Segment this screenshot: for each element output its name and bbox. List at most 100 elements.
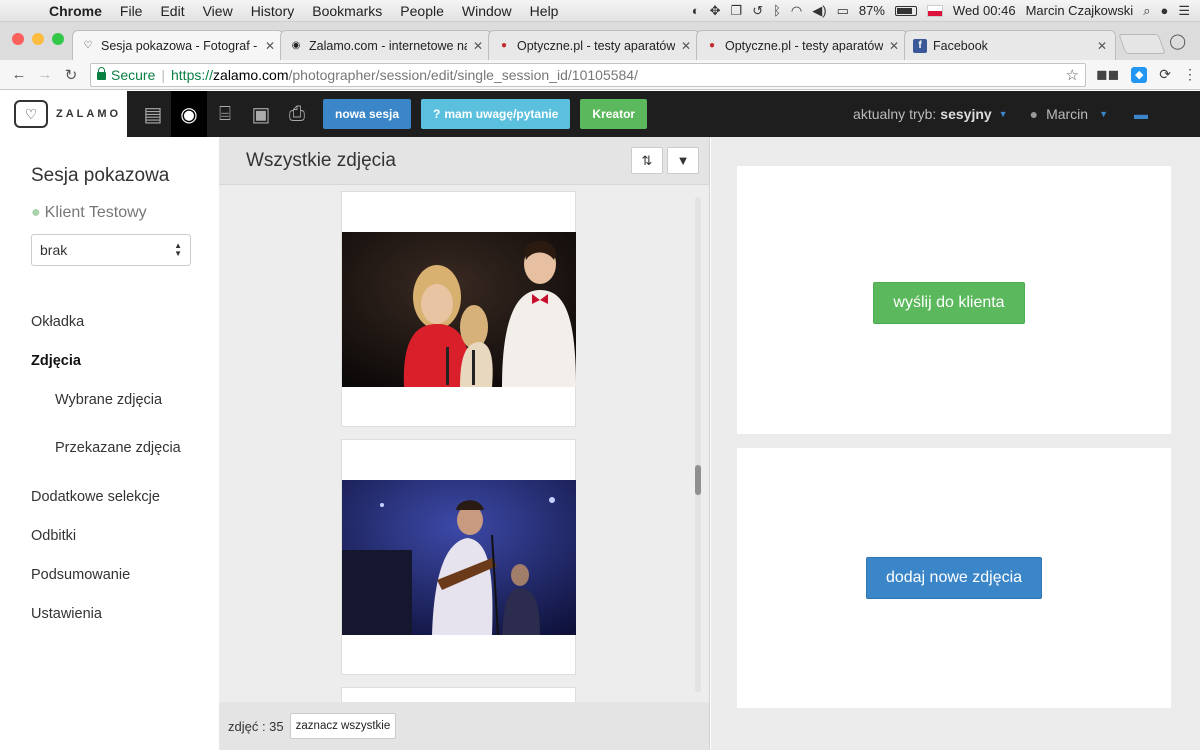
minimize-window-button[interactable]: [32, 33, 44, 45]
url-text[interactable]: https://zalamo.com/photographer/session/…: [171, 67, 638, 83]
tab-optyczne-1[interactable]: ● Optyczne.pl - testy aparatów, ✕: [488, 30, 700, 60]
close-tab-icon[interactable]: ✕: [889, 39, 899, 53]
photos-footer: zdjęć : 35 zaznacz wszystkie: [219, 702, 709, 750]
spotlight-search-icon[interactable]: ⌕: [1143, 3, 1150, 19]
sidebar-item-odbitki[interactable]: Odbitki: [31, 516, 211, 555]
back-arrow-icon[interactable]: ←: [6, 66, 32, 83]
wifi-icon[interactable]: ◠: [791, 3, 802, 19]
contacts-book-icon[interactable]: ▤: [135, 91, 171, 137]
camera-icon[interactable]: ◉: [171, 91, 207, 137]
close-tab-icon[interactable]: ✕: [1097, 39, 1107, 53]
photo-card[interactable]: [341, 191, 576, 427]
sort-icon: ⇅: [641, 152, 653, 168]
user-menu[interactable]: ● Marcin ▼: [1030, 106, 1108, 122]
facebook-icon: f: [913, 38, 927, 53]
user-icon: ●: [1029, 106, 1039, 122]
menu-history[interactable]: History: [242, 3, 304, 19]
select-arrows-icon: ▲ ▼: [174, 241, 182, 258]
menubar-clock[interactable]: Wed 00:46: [953, 3, 1016, 18]
glasses-extension-icon[interactable]: ◼◼: [1096, 66, 1119, 83]
session-title: Sesja pokazowa: [31, 165, 170, 186]
blue-extension-icon[interactable]: ◆: [1131, 66, 1148, 83]
client-name: Klient Testowy: [44, 204, 147, 221]
sync-extension-icon[interactable]: ⟳: [1159, 66, 1171, 83]
sidebar-item-dodatkowe-selekcje[interactable]: Dodatkowe selekcje: [31, 477, 211, 516]
photos-scroll-area[interactable]: [219, 185, 709, 702]
printer-icon[interactable]: ⎙: [279, 91, 315, 137]
select-all-button[interactable]: zaznacz wszystkie: [289, 713, 397, 739]
menu-window[interactable]: Window: [453, 3, 521, 19]
menu-edit[interactable]: Edit: [151, 3, 193, 19]
sidebar-item-wybrane-zdjecia[interactable]: Wybrane zdjęcia: [31, 380, 211, 419]
sidebar-item-zdjecia[interactable]: Zdjęcia: [31, 341, 211, 380]
siri-icon[interactable]: ●: [1160, 3, 1168, 18]
creator-button[interactable]: Kreator: [580, 99, 648, 129]
time-machine-icon[interactable]: ↺: [752, 3, 763, 19]
mode-label: aktualny tryb:: [853, 106, 937, 122]
tab-title: Optyczne.pl - testy aparatów,: [725, 38, 883, 53]
logo-heart-icon: ♡: [14, 100, 48, 128]
zalamo-logo[interactable]: ♡ ZALAMO: [0, 91, 127, 137]
photo-singers-image[interactable]: [342, 232, 576, 387]
gift-icon[interactable]: ⌸: [207, 91, 243, 137]
tab-sesja-pokazowa[interactable]: ♡ Sesja pokazowa - Fotograf - z ✕: [72, 30, 284, 60]
menu-file[interactable]: File: [111, 3, 152, 19]
caret-down-icon: ▼: [998, 109, 1008, 119]
photo-card[interactable]: [341, 439, 576, 675]
new-session-button[interactable]: nowa sesja: [323, 99, 412, 129]
session-select[interactable]: brak ▲ ▼: [31, 234, 191, 266]
new-tab-button[interactable]: [1118, 34, 1166, 54]
menu-view[interactable]: View: [194, 3, 242, 19]
tab-facebook[interactable]: f Facebook ✕: [904, 30, 1116, 60]
mode-switcher[interactable]: aktualny tryb: sesyjny ▼: [853, 106, 1008, 122]
secure-indicator[interactable]: Secure: [97, 67, 155, 83]
add-photos-box: dodaj nowe zdjęcia: [737, 448, 1171, 708]
maximize-window-button[interactable]: [52, 33, 64, 45]
close-tab-icon[interactable]: ✕: [473, 39, 483, 53]
sidebar-item-ustawienia[interactable]: Ustawienia: [31, 594, 211, 633]
user-card-icon[interactable]: ▣: [243, 91, 279, 137]
volume-icon[interactable]: ◀): [812, 3, 826, 19]
status-circle-icon[interactable]: ◐: [692, 3, 700, 18]
actions-panel: wyślij do klienta dodaj nowe zdjęcia: [711, 137, 1200, 750]
input-source-flag-icon[interactable]: [926, 4, 943, 17]
chat-icon[interactable]: ▬: [1134, 106, 1148, 122]
chrome-menu-icon[interactable]: ⋮: [1183, 66, 1197, 83]
move-icon[interactable]: ✥: [710, 3, 721, 19]
sidebar-item-okladka[interactable]: Okładka: [31, 302, 211, 341]
menu-help[interactable]: Help: [521, 3, 568, 19]
logo-text: ZALAMO: [56, 108, 122, 120]
reload-icon[interactable]: ↻: [58, 66, 84, 84]
client-link[interactable]: ● Klient Testowy: [31, 204, 147, 222]
sort-button[interactable]: ⇅: [631, 147, 663, 174]
tab-zalamo[interactable]: ◉ Zalamo.com - internetowe nar ✕: [280, 30, 492, 60]
feedback-button[interactable]: ? mam uwagę/pytanie: [421, 99, 571, 129]
close-tab-icon[interactable]: ✕: [265, 39, 275, 53]
send-to-client-button[interactable]: wyślij do klienta: [873, 282, 1025, 324]
add-new-photos-button[interactable]: dodaj nowe zdjęcia: [866, 557, 1042, 599]
photo-card[interactable]: [341, 687, 576, 702]
photo-guitarist-image[interactable]: [342, 480, 576, 635]
tab-optyczne-2[interactable]: ● Optyczne.pl - testy aparatów, ✕: [696, 30, 908, 60]
bookmark-star-icon[interactable]: ☆: [1066, 66, 1079, 84]
sidebar-item-podsumowanie[interactable]: Podsumowanie: [31, 555, 211, 594]
scrollbar-thumb[interactable]: [695, 465, 701, 495]
notification-center-icon[interactable]: ☰: [1178, 3, 1190, 19]
bluetooth-icon[interactable]: ᛒ: [773, 3, 781, 18]
close-window-button[interactable]: [12, 33, 24, 45]
forward-arrow-icon[interactable]: →: [32, 66, 58, 83]
airplay-icon[interactable]: ▭: [837, 3, 849, 19]
profile-icon[interactable]: ◯: [1169, 32, 1186, 50]
menu-app-name[interactable]: Chrome: [40, 3, 111, 19]
menu-bookmarks[interactable]: Bookmarks: [303, 3, 391, 19]
window-icon[interactable]: ❐: [731, 3, 743, 19]
menu-people[interactable]: People: [391, 3, 453, 19]
menubar-user[interactable]: Marcin Czajkowski: [1026, 3, 1134, 18]
mode-value: sesyjny: [940, 106, 992, 122]
photos-scrollbar[interactable]: [695, 197, 701, 692]
battery-icon[interactable]: [894, 5, 917, 16]
filter-button[interactable]: ▼: [667, 147, 699, 174]
address-bar[interactable]: Secure | https://zalamo.com/photographer…: [90, 62, 1086, 87]
sidebar-item-przekazane-zdjecia[interactable]: Przekazane zdjęcia: [31, 419, 211, 477]
close-tab-icon[interactable]: ✕: [681, 39, 691, 53]
